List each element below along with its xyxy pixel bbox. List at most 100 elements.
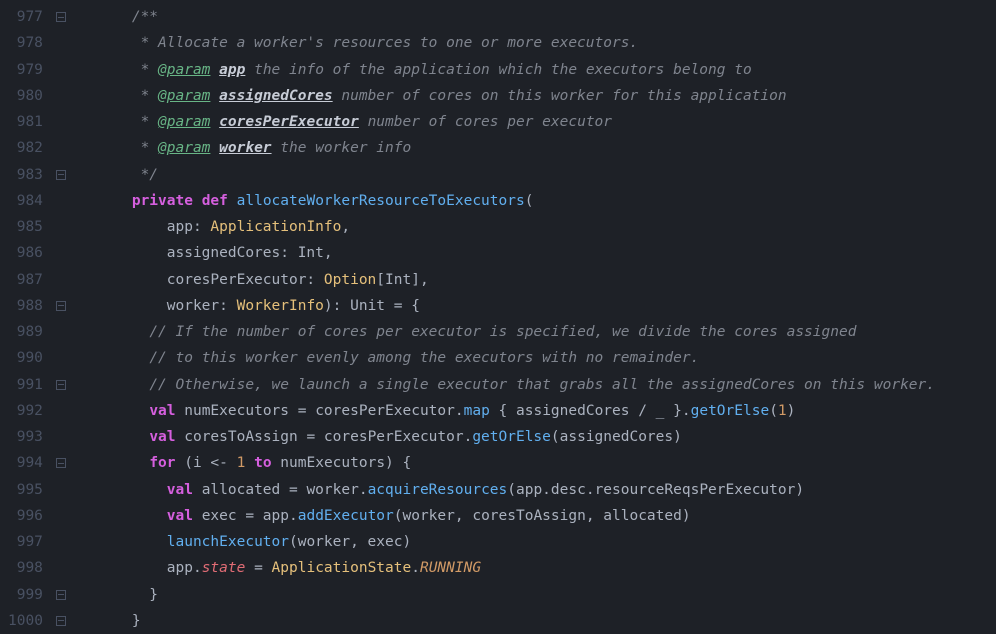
token-fn: acquireResources xyxy=(368,482,508,498)
token-kw: def xyxy=(202,193,228,209)
fold-cell[interactable] xyxy=(49,450,73,476)
fold-cell xyxy=(49,319,73,345)
fold-cell xyxy=(49,214,73,240)
token-p: numExecutors) { xyxy=(272,455,412,471)
token-fn: launchExecutor xyxy=(167,534,289,550)
code-line[interactable]: val numExecutors = coresPerExecutor.map … xyxy=(97,398,996,424)
code-line[interactable]: } xyxy=(97,608,996,634)
code-area[interactable]: /** * Allocate a worker's resources to o… xyxy=(73,0,996,633)
line-number: 978 xyxy=(8,30,43,56)
token-p: worker: xyxy=(97,298,237,314)
fold-cell[interactable] xyxy=(49,372,73,398)
token-doc xyxy=(210,114,219,130)
fold-cell xyxy=(49,477,73,503)
code-line[interactable]: private def allocateWorkerResourceToExec… xyxy=(97,188,996,214)
token-p: ( xyxy=(525,193,534,209)
fold-cell xyxy=(49,30,73,56)
token-fn: map xyxy=(464,403,490,419)
code-line[interactable]: // Otherwise, we launch a single executo… xyxy=(97,372,996,398)
fold-cell[interactable] xyxy=(49,582,73,608)
token-ty: ApplicationInfo xyxy=(210,219,341,235)
line-number: 997 xyxy=(8,529,43,555)
token-pn: assignedCores xyxy=(219,88,333,104)
fold-icon[interactable] xyxy=(56,590,66,600)
fold-icon[interactable] xyxy=(56,301,66,311)
token-doc: * xyxy=(97,88,158,104)
token-const: RUNNING xyxy=(420,560,481,576)
token-num: 1 xyxy=(778,403,787,419)
fold-cell xyxy=(49,240,73,266)
code-line[interactable]: coresPerExecutor: Option[Int], xyxy=(97,267,996,293)
token-doc xyxy=(210,140,219,156)
token-p: ( xyxy=(769,403,778,419)
fold-cell xyxy=(49,503,73,529)
code-line[interactable]: val exec = app.addExecutor(worker, cores… xyxy=(97,503,996,529)
fold-cell xyxy=(49,424,73,450)
token-p xyxy=(97,350,149,366)
token-doc xyxy=(210,62,219,78)
token-doc: * xyxy=(97,140,158,156)
token-p: [Int], xyxy=(376,272,428,288)
fold-cell xyxy=(49,135,73,161)
token-tag: @param xyxy=(158,88,210,104)
token-doc: number of cores per executor xyxy=(359,114,612,130)
fold-cell[interactable] xyxy=(49,4,73,30)
line-number: 979 xyxy=(8,57,43,83)
code-line[interactable]: assignedCores: Int, xyxy=(97,240,996,266)
line-number: 989 xyxy=(8,319,43,345)
fold-icon[interactable] xyxy=(56,380,66,390)
fold-cell[interactable] xyxy=(49,293,73,319)
fold-icon[interactable] xyxy=(56,458,66,468)
line-number: 993 xyxy=(8,424,43,450)
code-line[interactable]: app: ApplicationInfo, xyxy=(97,214,996,240)
line-number: 995 xyxy=(8,477,43,503)
fold-icon[interactable] xyxy=(56,12,66,22)
line-number-column: 9779789799809819829839849859869879889899… xyxy=(0,0,49,633)
line-number: 988 xyxy=(8,293,43,319)
token-p xyxy=(97,324,149,340)
token-doc: /** xyxy=(132,9,158,25)
code-line[interactable]: for (i <- 1 to numExecutors) { xyxy=(97,450,996,476)
line-number: 1000 xyxy=(8,608,43,634)
fold-icon[interactable] xyxy=(56,616,66,626)
code-line[interactable]: app.state = ApplicationState.RUNNING xyxy=(97,555,996,581)
code-line[interactable]: val allocated = worker.acquireResources(… xyxy=(97,477,996,503)
fold-cell[interactable] xyxy=(49,608,73,634)
token-p xyxy=(97,455,149,471)
token-p: , xyxy=(341,219,350,235)
token-p xyxy=(245,455,254,471)
line-number: 980 xyxy=(8,83,43,109)
fold-cell[interactable] xyxy=(49,162,73,188)
line-number: 994 xyxy=(8,450,43,476)
code-line[interactable]: * Allocate a worker's resources to one o… xyxy=(97,30,996,56)
code-line[interactable]: } xyxy=(97,582,996,608)
code-line[interactable]: * @param worker the worker info xyxy=(97,135,996,161)
code-line[interactable]: launchExecutor(worker, exec) xyxy=(97,529,996,555)
token-p: } xyxy=(97,587,158,603)
line-number: 990 xyxy=(8,345,43,371)
token-doc: * xyxy=(97,62,158,78)
code-editor[interactable]: 9779789799809819829839849859869879889899… xyxy=(0,0,996,633)
token-doc: * Allocate a worker's resources to one o… xyxy=(97,35,638,51)
token-field: state xyxy=(202,560,246,576)
token-p: ) xyxy=(787,403,796,419)
line-number: 991 xyxy=(8,372,43,398)
token-fn: addExecutor xyxy=(298,508,394,524)
code-line[interactable]: /** xyxy=(97,4,996,30)
token-p: . xyxy=(411,560,420,576)
code-line[interactable]: // If the number of cores per executor i… xyxy=(97,319,996,345)
token-p xyxy=(97,403,149,419)
code-line[interactable]: */ xyxy=(97,162,996,188)
code-line[interactable]: * @param assignedCores number of cores o… xyxy=(97,83,996,109)
code-line[interactable]: * @param app the info of the application… xyxy=(97,57,996,83)
code-line[interactable]: // to this worker evenly among the execu… xyxy=(97,345,996,371)
code-line[interactable]: * @param coresPerExecutor number of core… xyxy=(97,109,996,135)
token-p: { assignedCores / _ }. xyxy=(490,403,691,419)
code-line[interactable]: worker: WorkerInfo): Unit = { xyxy=(97,293,996,319)
token-p xyxy=(97,482,167,498)
fold-icon[interactable] xyxy=(56,170,66,180)
token-doc: * xyxy=(97,114,158,130)
fold-cell xyxy=(49,398,73,424)
line-number: 999 xyxy=(8,582,43,608)
code-line[interactable]: val coresToAssign = coresPerExecutor.get… xyxy=(97,424,996,450)
